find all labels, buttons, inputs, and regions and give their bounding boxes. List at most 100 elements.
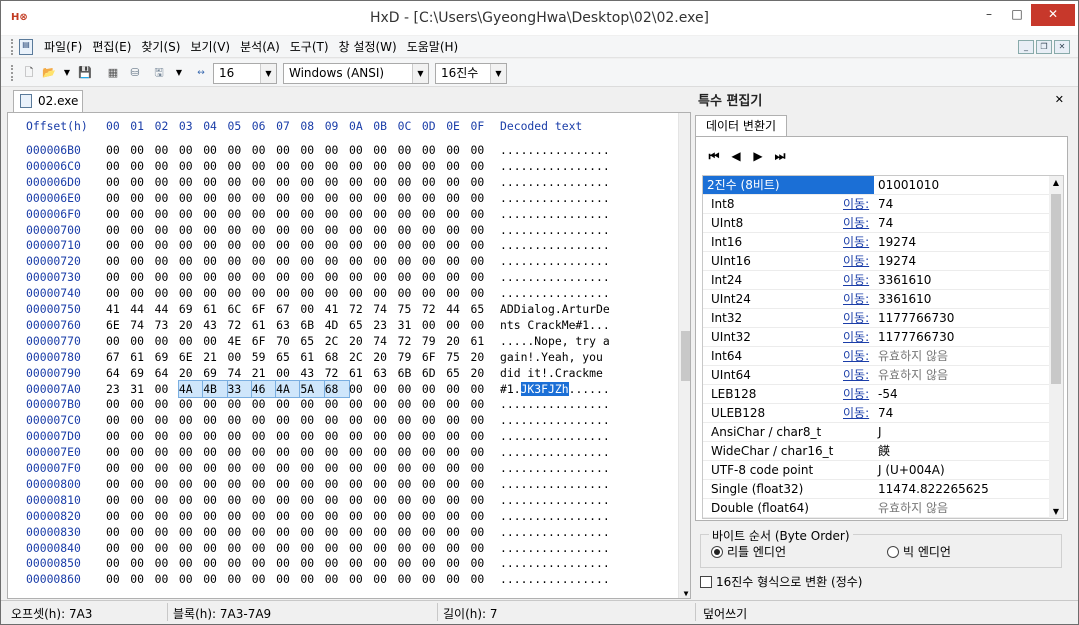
hex-byte[interactable]: 00 bbox=[130, 222, 151, 238]
hex-byte[interactable]: 00 bbox=[398, 158, 419, 174]
hex-byte[interactable]: 00 bbox=[155, 476, 176, 492]
hex-byte[interactable]: 00 bbox=[106, 190, 127, 206]
inspector-scrollbar[interactable]: ▲ ▼ bbox=[1049, 176, 1063, 518]
hex-byte[interactable]: 00 bbox=[373, 540, 394, 556]
little-endian-radio[interactable]: 리틀 엔디언 bbox=[711, 545, 786, 559]
hex-byte[interactable]: 00 bbox=[252, 174, 273, 190]
hex-byte[interactable]: 00 bbox=[300, 142, 321, 158]
hex-byte[interactable]: 00 bbox=[179, 269, 200, 285]
hex-byte[interactable]: 00 bbox=[446, 158, 467, 174]
hex-byte[interactable]: 00 bbox=[228, 222, 249, 238]
hex-byte[interactable]: 00 bbox=[276, 571, 297, 587]
hex-byte[interactable]: 00 bbox=[349, 237, 370, 253]
hex-byte[interactable]: 00 bbox=[471, 237, 492, 253]
hex-byte[interactable]: 61 bbox=[130, 349, 151, 365]
hex-byte[interactable]: 00 bbox=[179, 174, 200, 190]
hex-byte[interactable]: 00 bbox=[252, 555, 273, 571]
hex-byte[interactable]: 73 bbox=[155, 317, 176, 333]
hex-byte[interactable]: 00 bbox=[349, 142, 370, 158]
hex-byte[interactable]: 00 bbox=[203, 540, 224, 556]
hex-byte[interactable]: 00 bbox=[471, 412, 492, 428]
hex-byte[interactable]: 00 bbox=[349, 540, 370, 556]
hex-byte[interactable]: 00 bbox=[349, 555, 370, 571]
hex-byte[interactable]: 00 bbox=[373, 142, 394, 158]
decoded-text[interactable]: #1.JK3FJZh...... bbox=[500, 381, 610, 397]
hex-byte[interactable]: 00 bbox=[276, 285, 297, 301]
hex-byte[interactable]: 00 bbox=[471, 428, 492, 444]
open-disk-image-icon[interactable]: 🖫 bbox=[151, 65, 167, 81]
hex-byte[interactable]: 00 bbox=[398, 571, 419, 587]
hex-byte[interactable]: 00 bbox=[446, 476, 467, 492]
hex-byte[interactable]: 00 bbox=[276, 508, 297, 524]
hex-byte[interactable]: 00 bbox=[446, 571, 467, 587]
hex-byte[interactable]: 00 bbox=[228, 540, 249, 556]
scroll-down-icon[interactable]: ▼ bbox=[1049, 507, 1063, 516]
hex-byte[interactable]: 00 bbox=[276, 412, 297, 428]
hex-byte[interactable]: 61 bbox=[252, 317, 273, 333]
hex-byte[interactable]: 00 bbox=[471, 555, 492, 571]
hex-byte[interactable]: 61 bbox=[300, 349, 321, 365]
hex-byte[interactable]: 00 bbox=[471, 571, 492, 587]
hex-byte[interactable]: 00 bbox=[252, 428, 273, 444]
hex-byte[interactable]: 00 bbox=[300, 269, 321, 285]
hex-byte[interactable]: 00 bbox=[349, 206, 370, 222]
hex-byte[interactable]: 6E bbox=[106, 317, 127, 333]
inspector-value[interactable]: 74 bbox=[878, 195, 893, 213]
hex-byte[interactable]: 00 bbox=[422, 492, 443, 508]
hex-byte[interactable]: 00 bbox=[276, 428, 297, 444]
hex-byte[interactable]: 00 bbox=[106, 555, 127, 571]
hex-byte[interactable]: 00 bbox=[228, 269, 249, 285]
hex-byte[interactable]: 00 bbox=[373, 285, 394, 301]
hex-byte[interactable]: 00 bbox=[228, 571, 249, 587]
hex-byte[interactable]: 00 bbox=[252, 269, 273, 285]
hex-byte[interactable]: 00 bbox=[252, 508, 273, 524]
hex-byte[interactable]: 00 bbox=[155, 396, 176, 412]
hex-byte[interactable]: 68 bbox=[325, 349, 346, 365]
decoded-text[interactable]: nts CrackMe#1... bbox=[500, 317, 610, 333]
hex-byte[interactable]: 00 bbox=[155, 381, 176, 397]
inspector-row[interactable]: UTF-8 code point J (U+004A) bbox=[703, 461, 1049, 480]
hex-byte[interactable]: 00 bbox=[446, 412, 467, 428]
hex-byte[interactable]: 00 bbox=[203, 253, 224, 269]
hex-byte[interactable]: 00 bbox=[203, 237, 224, 253]
decoded-text[interactable]: ................ bbox=[500, 396, 610, 412]
hex-byte[interactable]: 00 bbox=[422, 428, 443, 444]
inspector-row[interactable]: WideChar / char16_t 䭊 bbox=[703, 442, 1049, 461]
hex-byte[interactable]: 00 bbox=[252, 142, 273, 158]
hex-byte[interactable]: 00 bbox=[179, 428, 200, 444]
hex-byte[interactable]: 00 bbox=[106, 269, 127, 285]
hex-byte[interactable]: 00 bbox=[398, 190, 419, 206]
hex-byte[interactable]: 00 bbox=[300, 174, 321, 190]
hex-byte[interactable]: 00 bbox=[130, 428, 151, 444]
hex-byte[interactable]: 00 bbox=[130, 396, 151, 412]
hex-byte[interactable]: 20 bbox=[179, 365, 200, 381]
hex-byte[interactable]: 00 bbox=[130, 524, 151, 540]
hex-byte[interactable]: 43 bbox=[300, 365, 321, 381]
hex-byte[interactable]: 4A bbox=[177, 379, 205, 398]
hex-byte[interactable]: 00 bbox=[349, 476, 370, 492]
big-endian-radio[interactable]: 빅 엔디언 bbox=[887, 545, 951, 559]
hex-byte[interactable]: 64 bbox=[155, 365, 176, 381]
hex-byte[interactable]: 20 bbox=[373, 349, 394, 365]
hex-byte[interactable]: 44 bbox=[446, 301, 467, 317]
hex-byte[interactable]: 00 bbox=[373, 174, 394, 190]
hex-byte[interactable]: 00 bbox=[422, 142, 443, 158]
inspector-row[interactable]: Int24 이동: 3361610 bbox=[703, 271, 1049, 290]
hex-byte[interactable]: 00 bbox=[276, 460, 297, 476]
hex-byte[interactable]: 00 bbox=[471, 396, 492, 412]
hex-byte[interactable]: 00 bbox=[471, 508, 492, 524]
decoded-text[interactable]: ................ bbox=[500, 222, 610, 238]
goto-link[interactable]: 이동: bbox=[843, 309, 869, 327]
hex-byte[interactable]: 00 bbox=[130, 571, 151, 587]
hex-byte[interactable]: 00 bbox=[203, 412, 224, 428]
hex-byte[interactable]: 00 bbox=[422, 571, 443, 587]
hex-byte[interactable]: 00 bbox=[228, 492, 249, 508]
inspector-value[interactable]: J bbox=[878, 423, 882, 441]
close-button[interactable]: ✕ bbox=[1031, 4, 1075, 26]
hex-byte[interactable]: 00 bbox=[203, 206, 224, 222]
hex-byte[interactable]: 00 bbox=[446, 142, 467, 158]
hex-byte[interactable]: 00 bbox=[179, 222, 200, 238]
hex-byte[interactable]: 00 bbox=[300, 253, 321, 269]
hex-byte[interactable]: 4E bbox=[228, 333, 249, 349]
hex-byte[interactable]: 6B bbox=[398, 365, 419, 381]
